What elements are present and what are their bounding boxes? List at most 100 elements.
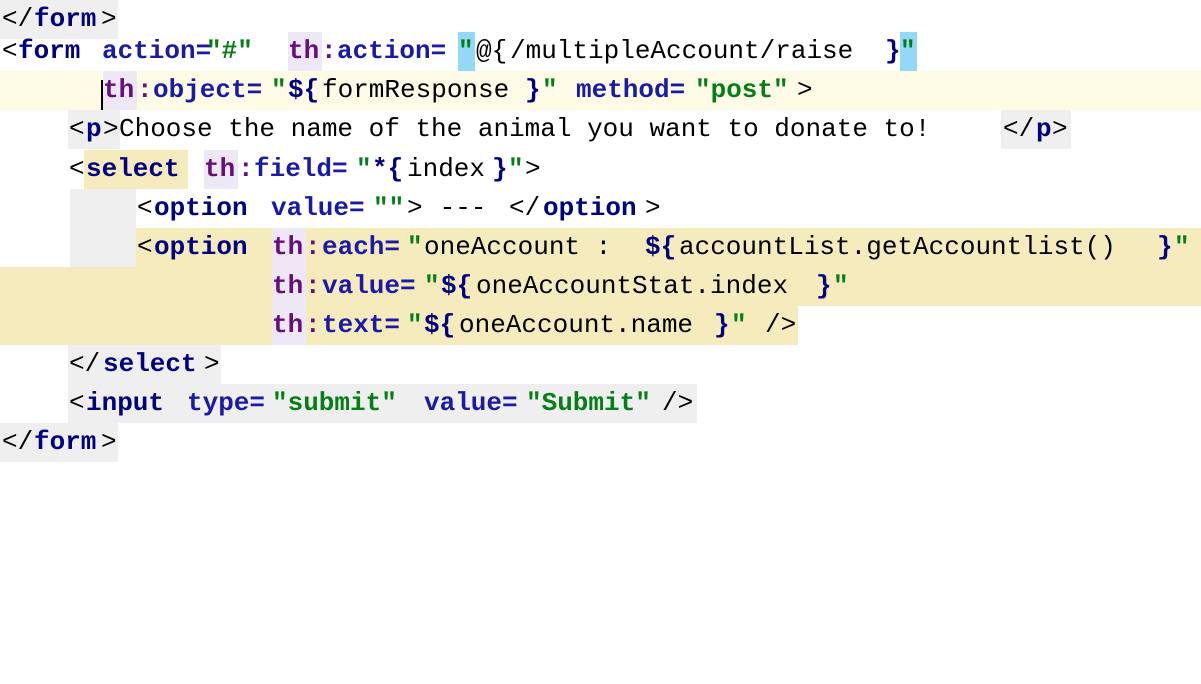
punct: > <box>103 114 119 144</box>
punct: : <box>137 75 153 105</box>
ns-th: th <box>272 306 306 345</box>
punct: : <box>305 310 321 340</box>
string-hash: "#" <box>206 36 253 66</box>
star-brace: *{ <box>372 154 404 184</box>
brace: } <box>816 271 832 301</box>
ns-th: th <box>204 150 238 189</box>
punct: </ <box>2 427 34 457</box>
quote: " <box>407 232 423 262</box>
punct: > <box>645 193 661 223</box>
quote: " <box>731 310 747 340</box>
ns-th: th <box>272 267 306 306</box>
punct: : <box>305 232 321 262</box>
brace: } <box>525 75 541 105</box>
punct: /> <box>662 388 694 418</box>
expr-oneAccountName: oneAccount.name <box>459 310 694 340</box>
punct: </ <box>69 349 101 379</box>
dollar-brace: ${ <box>645 232 677 262</box>
punct: > <box>204 349 220 379</box>
attr-action: action= <box>102 36 212 66</box>
attr-th-text: text= <box>322 310 401 340</box>
tag-form: form <box>34 427 97 457</box>
ns-th: th <box>272 228 306 267</box>
tag-select: select <box>103 349 197 379</box>
punct: < <box>69 154 85 184</box>
quote: " <box>424 271 440 301</box>
punct: < <box>137 232 153 262</box>
punct: < <box>69 388 85 418</box>
punct: > <box>1052 114 1068 144</box>
quote-match-close: " <box>900 32 917 71</box>
attr-th-each: each= <box>322 232 401 262</box>
code-line-10[interactable]: </ select > <box>0 345 1201 384</box>
code-line-7[interactable]: < option th : each= " oneAccount : ${ ac… <box>0 228 1201 267</box>
brace: } <box>885 36 901 66</box>
attr-th-field: field= <box>254 154 348 184</box>
expr-oneAccountStat: oneAccountStat.index <box>476 271 789 301</box>
tag-form: form <box>18 36 81 66</box>
punct: : <box>238 154 254 184</box>
punct: > <box>101 427 117 457</box>
code-line-12[interactable]: </ form > <box>0 423 1201 462</box>
string-empty: "" <box>373 193 405 223</box>
at-brace: @{ <box>476 36 508 66</box>
brace: } <box>1157 232 1173 262</box>
attr-th-object: object= <box>153 75 263 105</box>
text-caret <box>101 80 103 110</box>
punct: </ <box>1003 114 1035 144</box>
tag-select: select <box>86 154 180 184</box>
ns-th: th <box>288 32 322 71</box>
code-line-4[interactable]: < p > Choose the name of the animal you … <box>0 110 1201 149</box>
quote: " <box>356 154 372 184</box>
code-line-11[interactable]: < input type= "submit" value= "Submit" /… <box>0 384 1201 423</box>
quote: " <box>271 75 287 105</box>
quote: " <box>407 310 423 340</box>
attr-value: value= <box>271 193 365 223</box>
dollar-brace: ${ <box>288 75 320 105</box>
quote-match-open: " <box>458 32 475 71</box>
attr-th-value: value= <box>322 271 416 301</box>
tag-input: input <box>86 388 165 418</box>
code-editor[interactable]: </ form > < form action= "#" th : action… <box>0 0 1201 466</box>
expr-getAccountlist: accountList.getAccountlist() <box>679 232 1116 262</box>
ns-th: th <box>103 71 137 110</box>
expr-formResponse: formResponse <box>322 75 510 105</box>
punct: < <box>137 193 153 223</box>
tag-option: option <box>154 193 248 223</box>
code-line-8[interactable]: th : value= " ${ oneAccountStat.index } … <box>0 267 1201 306</box>
quote: " <box>833 271 849 301</box>
punct: /> <box>765 310 797 340</box>
option-dashes-text: --- <box>424 193 503 223</box>
punct: : <box>321 36 337 66</box>
brace: } <box>492 154 508 184</box>
punct: < <box>69 114 85 144</box>
tag-option: option <box>543 193 637 223</box>
indent-guide <box>70 228 136 267</box>
attr-type: type= <box>187 388 266 418</box>
dollar-brace: ${ <box>424 310 456 340</box>
attr-value: value= <box>424 388 518 418</box>
code-line-3[interactable]: th : object= " ${ formResponse } " metho… <box>0 71 1201 110</box>
p-text-content: Choose the name of the animal you want t… <box>119 114 931 144</box>
code-line-2[interactable]: < form action= "#" th : action= " @{ /mu… <box>0 32 1201 71</box>
quote: " <box>542 75 558 105</box>
code-line-6[interactable]: < option value= "" > --- </ option > <box>0 189 1201 228</box>
attr-method: method= <box>576 75 686 105</box>
quote: " <box>1174 232 1190 262</box>
attr-th-action: action= <box>337 36 447 66</box>
tag-p: p <box>86 114 102 144</box>
code-line-5[interactable]: < select th : field= " *{ index } " > <box>0 150 1201 189</box>
string-submit: "submit" <box>272 388 397 418</box>
indent-guide <box>70 189 136 228</box>
punct: > <box>797 75 813 105</box>
punct: </ <box>509 193 541 223</box>
brace: } <box>714 310 730 340</box>
punct: : <box>305 271 321 301</box>
url-literal: /multipleAccount/raise <box>510 36 854 66</box>
dollar-brace: ${ <box>441 271 473 301</box>
expr-index: index <box>407 154 486 184</box>
code-line-9[interactable]: th : text= " ${ oneAccount.name } " /> <box>0 306 1201 345</box>
string-Submit: "Submit" <box>526 388 651 418</box>
expr-oneAccount: oneAccount : <box>424 232 627 262</box>
string-post: "post" <box>695 75 789 105</box>
